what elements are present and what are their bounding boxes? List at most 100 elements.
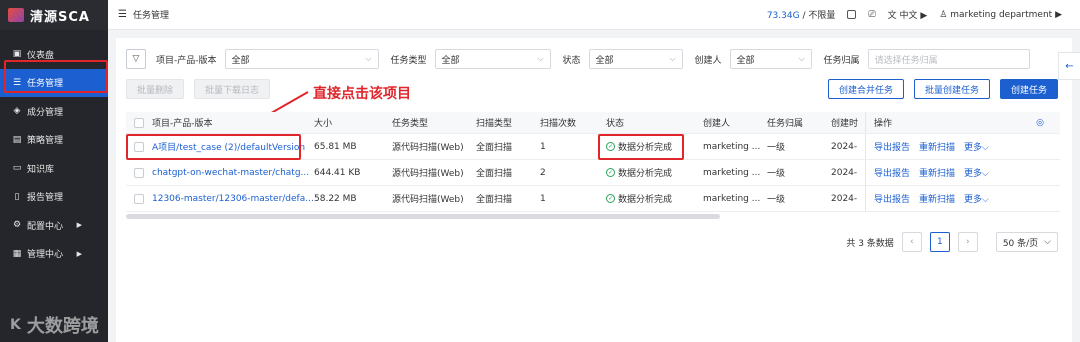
filter-owner-input[interactable]: 请选择任务归属: [867, 49, 1030, 69]
row-checkbox[interactable]: [126, 193, 152, 204]
row-checkbox[interactable]: [126, 167, 152, 178]
create-actions: 创建合并任务 批量创建任务 创建任务: [827, 79, 1058, 99]
row-task-type: 源代码扫描(Web): [392, 195, 464, 205]
policy-icon: ▤: [12, 134, 22, 145]
row-checkbox[interactable]: [126, 141, 152, 152]
chevron-down-icon: ⌵: [982, 195, 989, 205]
dashboard-icon: ▣: [12, 49, 22, 60]
filter-project-label: 项目-产品-版本: [156, 55, 217, 66]
language-switch[interactable]: 文 中文 ▶: [888, 8, 928, 21]
filter-owner-label: 任务归属: [823, 55, 860, 66]
row-project-link[interactable]: 12306-master/12306-master/defa...: [152, 194, 314, 204]
row-scan-type: 全面扫描: [476, 169, 513, 179]
page-size-select[interactable]: 50 条/页 ⌵: [995, 232, 1058, 252]
filter-icon[interactable]: ▽: [126, 49, 146, 69]
list-icon: ☰: [12, 77, 22, 88]
export-report-link[interactable]: 导出报告: [874, 192, 910, 205]
more-dropdown[interactable]: 更多⌵: [964, 140, 989, 153]
more-label: 更多: [964, 143, 983, 153]
user-menu[interactable]: ♙ marketing department ▶: [939, 10, 1062, 20]
column-settings-icon[interactable]: ◎: [1025, 118, 1055, 128]
rescan-link[interactable]: 重新扫描: [919, 192, 955, 205]
sidebar-item-reports[interactable]: ▯ 报告管理: [0, 183, 108, 212]
expand-arrow-icon: ▶: [76, 249, 82, 258]
page-title: ☰ 任务管理: [118, 8, 169, 21]
sidebar-item-dashboard[interactable]: ▣ 仪表盘: [0, 40, 108, 69]
horizontal-scrollbar[interactable]: [126, 214, 720, 219]
caret-right-icon: ▶: [1055, 9, 1062, 20]
row-owner: 一级: [767, 169, 786, 179]
row-status-text: 数据分析完成: [618, 143, 673, 153]
row-project-link[interactable]: chatgpt-on-wechat-master/chatg...: [152, 168, 314, 178]
sidebar-nav: ▣ 仪表盘 ☰ 任务管理 ◈ 成分管理 ▤ 策略管理 ▭ 知识库 ▯ 报告管理 …: [0, 40, 108, 268]
create-task-button[interactable]: 创建任务: [999, 79, 1058, 99]
filter-task-type-select[interactable]: 全部 ⌵: [434, 49, 551, 69]
select-all-checkbox[interactable]: [126, 117, 152, 128]
language-label: 中文: [899, 11, 918, 21]
sidebar-item-tasks[interactable]: ☰ 任务管理: [0, 68, 108, 97]
prev-page-button[interactable]: ‹: [901, 232, 922, 252]
row-status: ✓ 数据分析完成: [606, 140, 703, 153]
top-bar: ☰ 任务管理 73.34G / 不限量 ⎚ 文 中文 ▶ ♙ marketing…: [108, 0, 1080, 30]
export-report-link[interactable]: 导出报告: [874, 140, 910, 153]
row-created: 2024-: [831, 167, 858, 178]
col-header-ops-label: 操作: [874, 119, 893, 129]
col-header-creator: 创建人: [703, 119, 731, 129]
more-dropdown[interactable]: 更多⌵: [964, 166, 989, 179]
col-header-size: 大小: [314, 119, 333, 129]
row-ops: 导出报告 重新扫描 更多⌵: [865, 134, 1025, 159]
filter-creator-select[interactable]: 全部 ⌵: [729, 49, 812, 69]
total-count: 共 3 条数据: [846, 238, 894, 249]
watermark-logo-icon: K: [10, 317, 21, 333]
check-circle-icon: ✓: [606, 194, 615, 203]
sidebar-item-label: 成分管理: [27, 107, 64, 118]
row-size: 644.41 KB: [314, 167, 361, 178]
row-project-link[interactable]: A项目/test_case (2)/defaultVersion: [152, 140, 314, 153]
filter-project-select[interactable]: 全部 ⌵: [224, 49, 379, 69]
sidebar-item-admin[interactable]: ▦ 管理中心 ▶: [0, 240, 108, 269]
table-row: 12306-master/12306-master/defa... 58.22 …: [126, 186, 1060, 212]
table-row: chatgpt-on-wechat-master/chatg... 644.41…: [126, 160, 1060, 186]
batch-create-task-button[interactable]: 批量创建任务: [913, 79, 990, 99]
batch-delete-button[interactable]: 批量删除: [126, 79, 185, 99]
rescan-link[interactable]: 重新扫描: [919, 166, 955, 179]
filter-status-select[interactable]: 全部 ⌵: [588, 49, 683, 69]
sidebar-item-label: 报告管理: [27, 193, 64, 204]
col-header-name: 项目-产品-版本: [152, 119, 213, 129]
row-status: ✓ 数据分析完成: [606, 192, 703, 205]
collapse-arrow-icon[interactable]: ←: [1058, 52, 1080, 80]
watermark-text: 大数跨境: [26, 316, 99, 337]
quota-used: 73.34G: [766, 11, 800, 21]
quota-sep: /: [802, 11, 806, 21]
list-icon: ☰: [118, 9, 127, 20]
sidebar-item-knowledge[interactable]: ▭ 知识库: [0, 154, 108, 183]
sidebar-item-policies[interactable]: ▤ 策略管理: [0, 126, 108, 155]
sidebar-item-label: 管理中心: [27, 250, 64, 261]
page-number[interactable]: 1: [929, 232, 950, 252]
row-task-type: 源代码扫描(Web): [392, 169, 464, 179]
logo-text: 清源SCA: [30, 9, 90, 25]
sidebar: 清源SCA ▣ 仪表盘 ☰ 任务管理 ◈ 成分管理 ▤ 策略管理 ▭ 知识库 ▯…: [0, 0, 108, 342]
sidebar-item-label: 知识库: [27, 164, 55, 175]
export-report-link[interactable]: 导出报告: [874, 166, 910, 179]
sidebar-item-label: 策略管理: [27, 136, 64, 147]
more-dropdown[interactable]: 更多⌵: [964, 192, 989, 205]
create-merge-task-button[interactable]: 创建合并任务: [827, 79, 904, 99]
screen-icon[interactable]: ⎚: [868, 10, 875, 20]
row-status-text: 数据分析完成: [618, 195, 673, 205]
next-page-button[interactable]: ›: [957, 232, 978, 252]
sidebar-item-config[interactable]: ⚙ 配置中心 ▶: [0, 211, 108, 240]
col-header-owner: 任务归属: [767, 119, 804, 129]
quota-display: 73.34G / 不限量: [767, 8, 836, 21]
user-name: marketing department: [950, 9, 1053, 20]
table-header: 项目-产品-版本 大小 任务类型 扫描类型 扫描次数 状态 创建人 任务归属 创…: [126, 112, 1060, 134]
rescan-link[interactable]: 重新扫描: [919, 140, 955, 153]
more-label: 更多: [964, 195, 983, 205]
select-value: 全部: [231, 55, 250, 66]
expand-arrow-icon: ▶: [76, 221, 82, 230]
sidebar-item-components[interactable]: ◈ 成分管理: [0, 97, 108, 126]
report-icon: ▯: [14, 191, 20, 202]
app-logo[interactable]: 清源SCA: [0, 0, 108, 30]
message-icon[interactable]: [847, 10, 857, 19]
page-title-text: 任务管理: [132, 11, 169, 21]
